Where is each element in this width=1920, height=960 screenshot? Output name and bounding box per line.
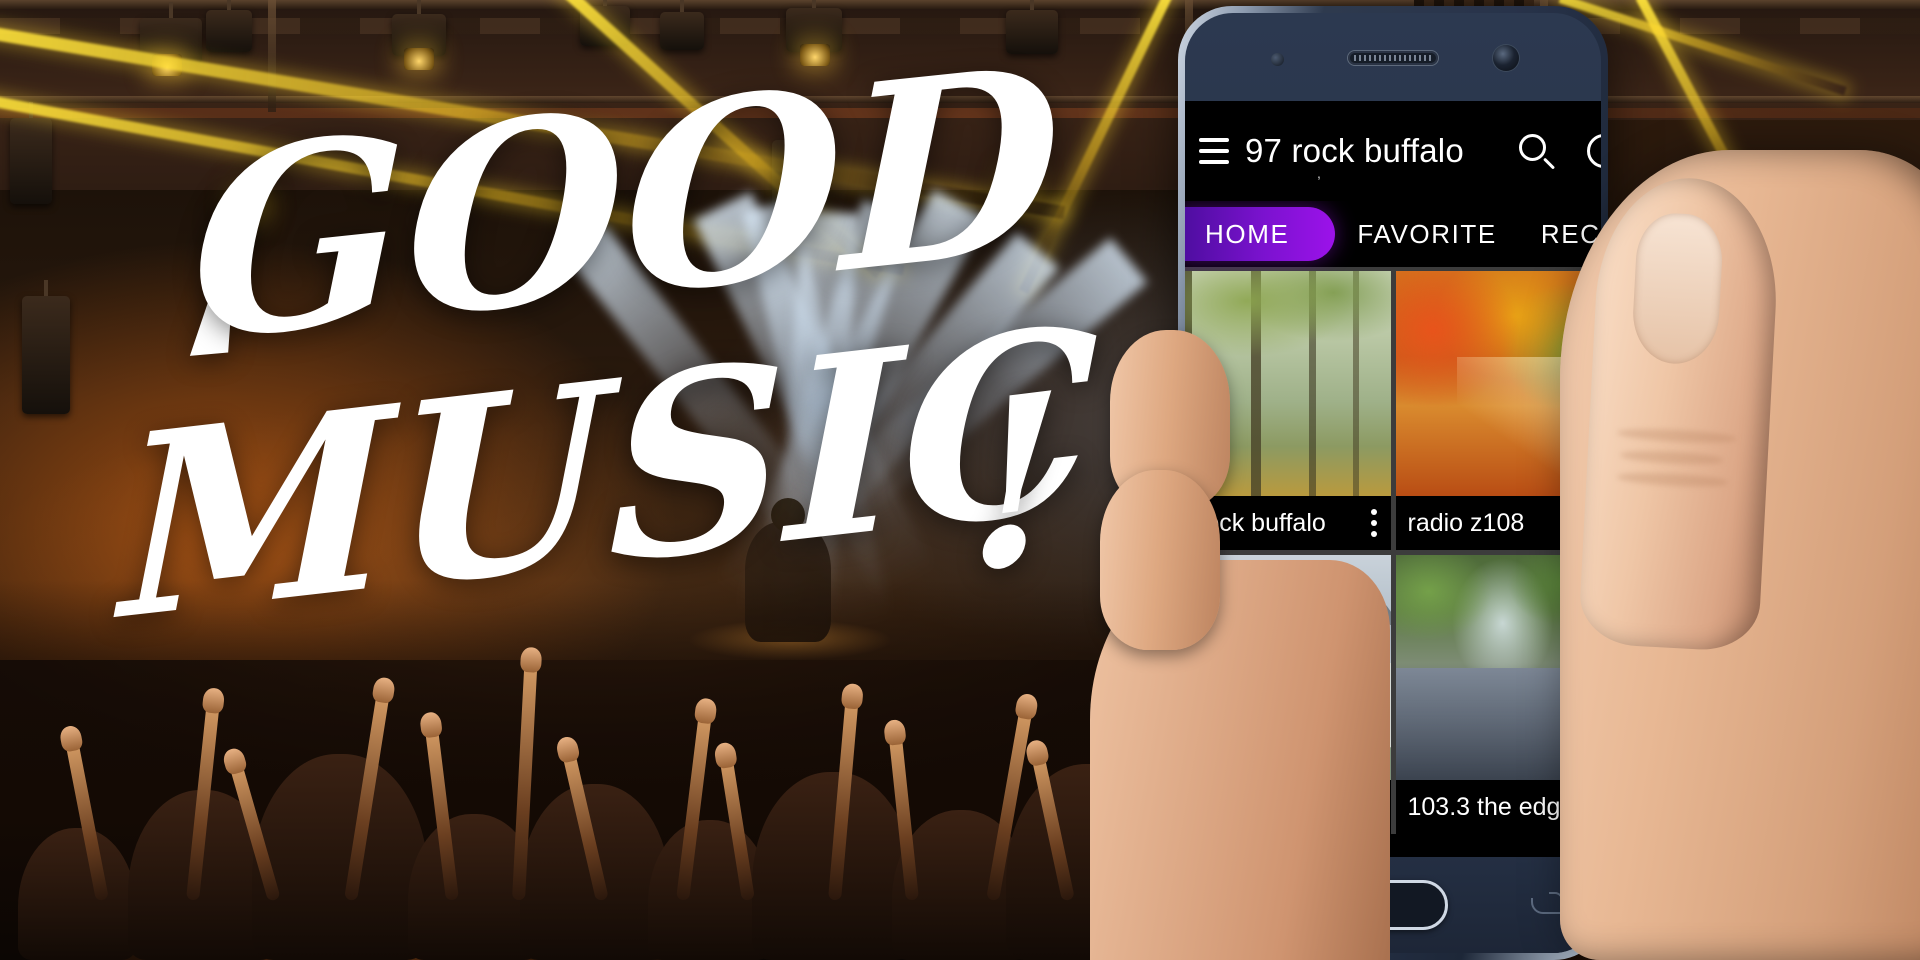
search-icon[interactable] <box>1519 134 1556 170</box>
thumbnail-nail <box>1630 211 1725 366</box>
phone-top-bezel <box>1185 13 1601 101</box>
speaker-stack <box>22 280 70 414</box>
thumb-crease <box>1619 448 1724 467</box>
app-bar-title: 97 rock buffalo <box>1245 132 1464 169</box>
stage-light-fixture <box>660 0 704 50</box>
front-camera-icon <box>1493 45 1519 71</box>
crowd-head <box>18 828 136 960</box>
circle-icon[interactable] <box>1587 134 1601 168</box>
thumb-crease <box>1616 426 1738 445</box>
app-bar-subtitle: , <box>1317 165 1321 181</box>
back-icon[interactable] <box>1527 892 1564 918</box>
app-bar-actions <box>1519 134 1601 170</box>
tab-home[interactable]: HOME <box>1185 207 1336 261</box>
stage-light-fixture <box>1006 0 1058 54</box>
truss-post <box>268 0 276 112</box>
screenshot-root: LE ARD TE <box>0 0 1920 960</box>
stage-lamp <box>404 48 434 70</box>
proximity-sensor-icon <box>1271 53 1284 66</box>
tab-favorite[interactable]: FAVORITE <box>1335 207 1518 261</box>
stage-light-fixture <box>206 0 252 52</box>
ceiling-truss <box>0 96 1920 103</box>
speaker-stack <box>10 102 52 204</box>
more-vertical-icon[interactable] <box>1363 509 1385 537</box>
crowd-head <box>252 754 428 960</box>
thumb-crease <box>1616 470 1729 489</box>
hand-finger <box>1100 470 1220 650</box>
laser-hit-point <box>1012 178 1028 194</box>
hand-thumb <box>1577 173 1783 653</box>
tab-bar: HOME FAVORITE RECENT <box>1185 201 1601 267</box>
stage-lamp <box>800 44 830 66</box>
ceiling-truss <box>0 0 1920 9</box>
station-title: rock buffalo <box>1197 508 1326 537</box>
laser-hit-point <box>242 196 258 212</box>
hamburger-menu-icon[interactable] <box>1199 138 1229 164</box>
app-bar: 97 rock buffalo , <box>1185 101 1601 201</box>
earpiece-speaker-icon <box>1347 50 1439 66</box>
